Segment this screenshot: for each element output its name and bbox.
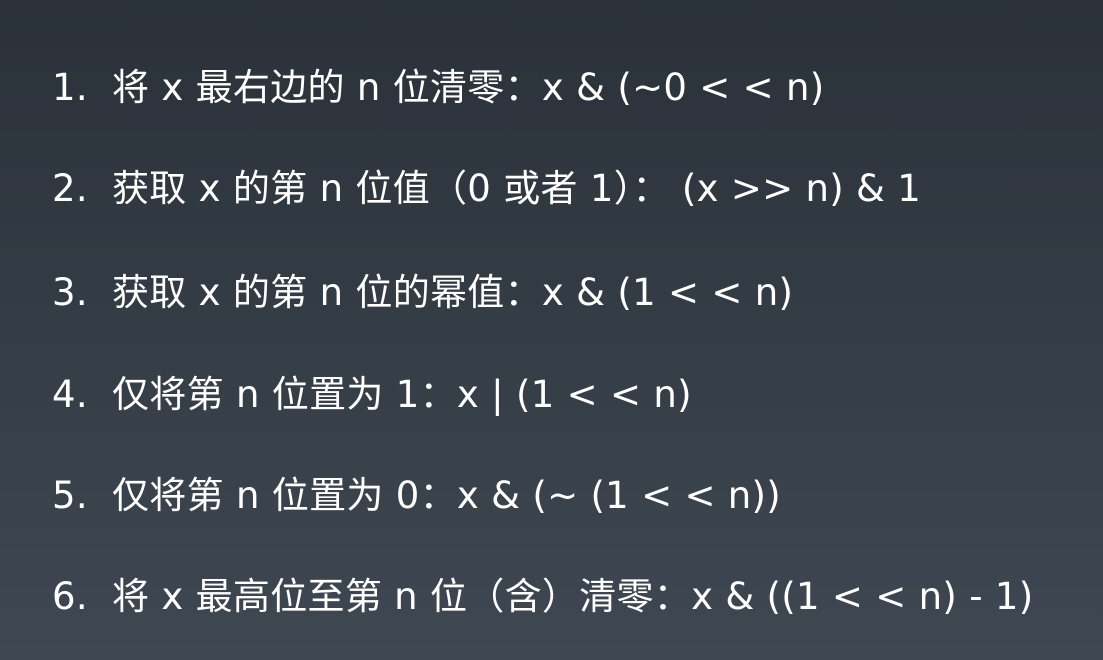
list-item-text: 获取 x 的第 n 位值（0 或者 1）： (x >> n) & 1	[112, 167, 922, 210]
list-item-text: 仅将第 n 位置为 0：x & (~ (1 < < n))	[112, 474, 782, 517]
list-item-number: 5.	[52, 474, 88, 517]
list-item: 3. 获取 x 的第 n 位的幂值：x & (1 < < n)	[52, 263, 793, 323]
list-item-number: 4.	[52, 373, 88, 416]
list-item-text: 将 x 最右边的 n 位清零：x & (~0 < < n)	[112, 66, 825, 109]
slide: 1. 将 x 最右边的 n 位清零：x & (~0 < < n) 2. 获取 x 的…	[0, 0, 1103, 660]
list-item: 4. 仅将第 n 位置为 1：x | (1 < < n)	[52, 365, 692, 425]
list-item-text: 获取 x 的第 n 位的幂值：x & (1 < < n)	[112, 271, 794, 314]
list-item-number: 6.	[52, 575, 88, 618]
list-item: 1. 将 x 最右边的 n 位清零：x & (~0 < < n)	[52, 58, 825, 118]
list-item-number: 2.	[52, 167, 88, 210]
list-item: 2. 获取 x 的第 n 位值（0 或者 1）： (x >> n) & 1	[52, 159, 921, 219]
list-item-number: 1.	[52, 66, 88, 109]
list-item: 5. 仅将第 n 位置为 0：x & (~ (1 < < n))	[52, 466, 781, 526]
list-item-number: 3.	[52, 271, 88, 314]
list-item-text: 将 x 最高位至第 n 位（含）清零：x & ((1 < < n) - 1)	[112, 575, 1034, 618]
list-item-text: 仅将第 n 位置为 1：x | (1 < < n)	[112, 373, 692, 416]
list-item: 6. 将 x 最高位至第 n 位（含）清零：x & ((1 < < n) - 1)	[52, 567, 1034, 627]
